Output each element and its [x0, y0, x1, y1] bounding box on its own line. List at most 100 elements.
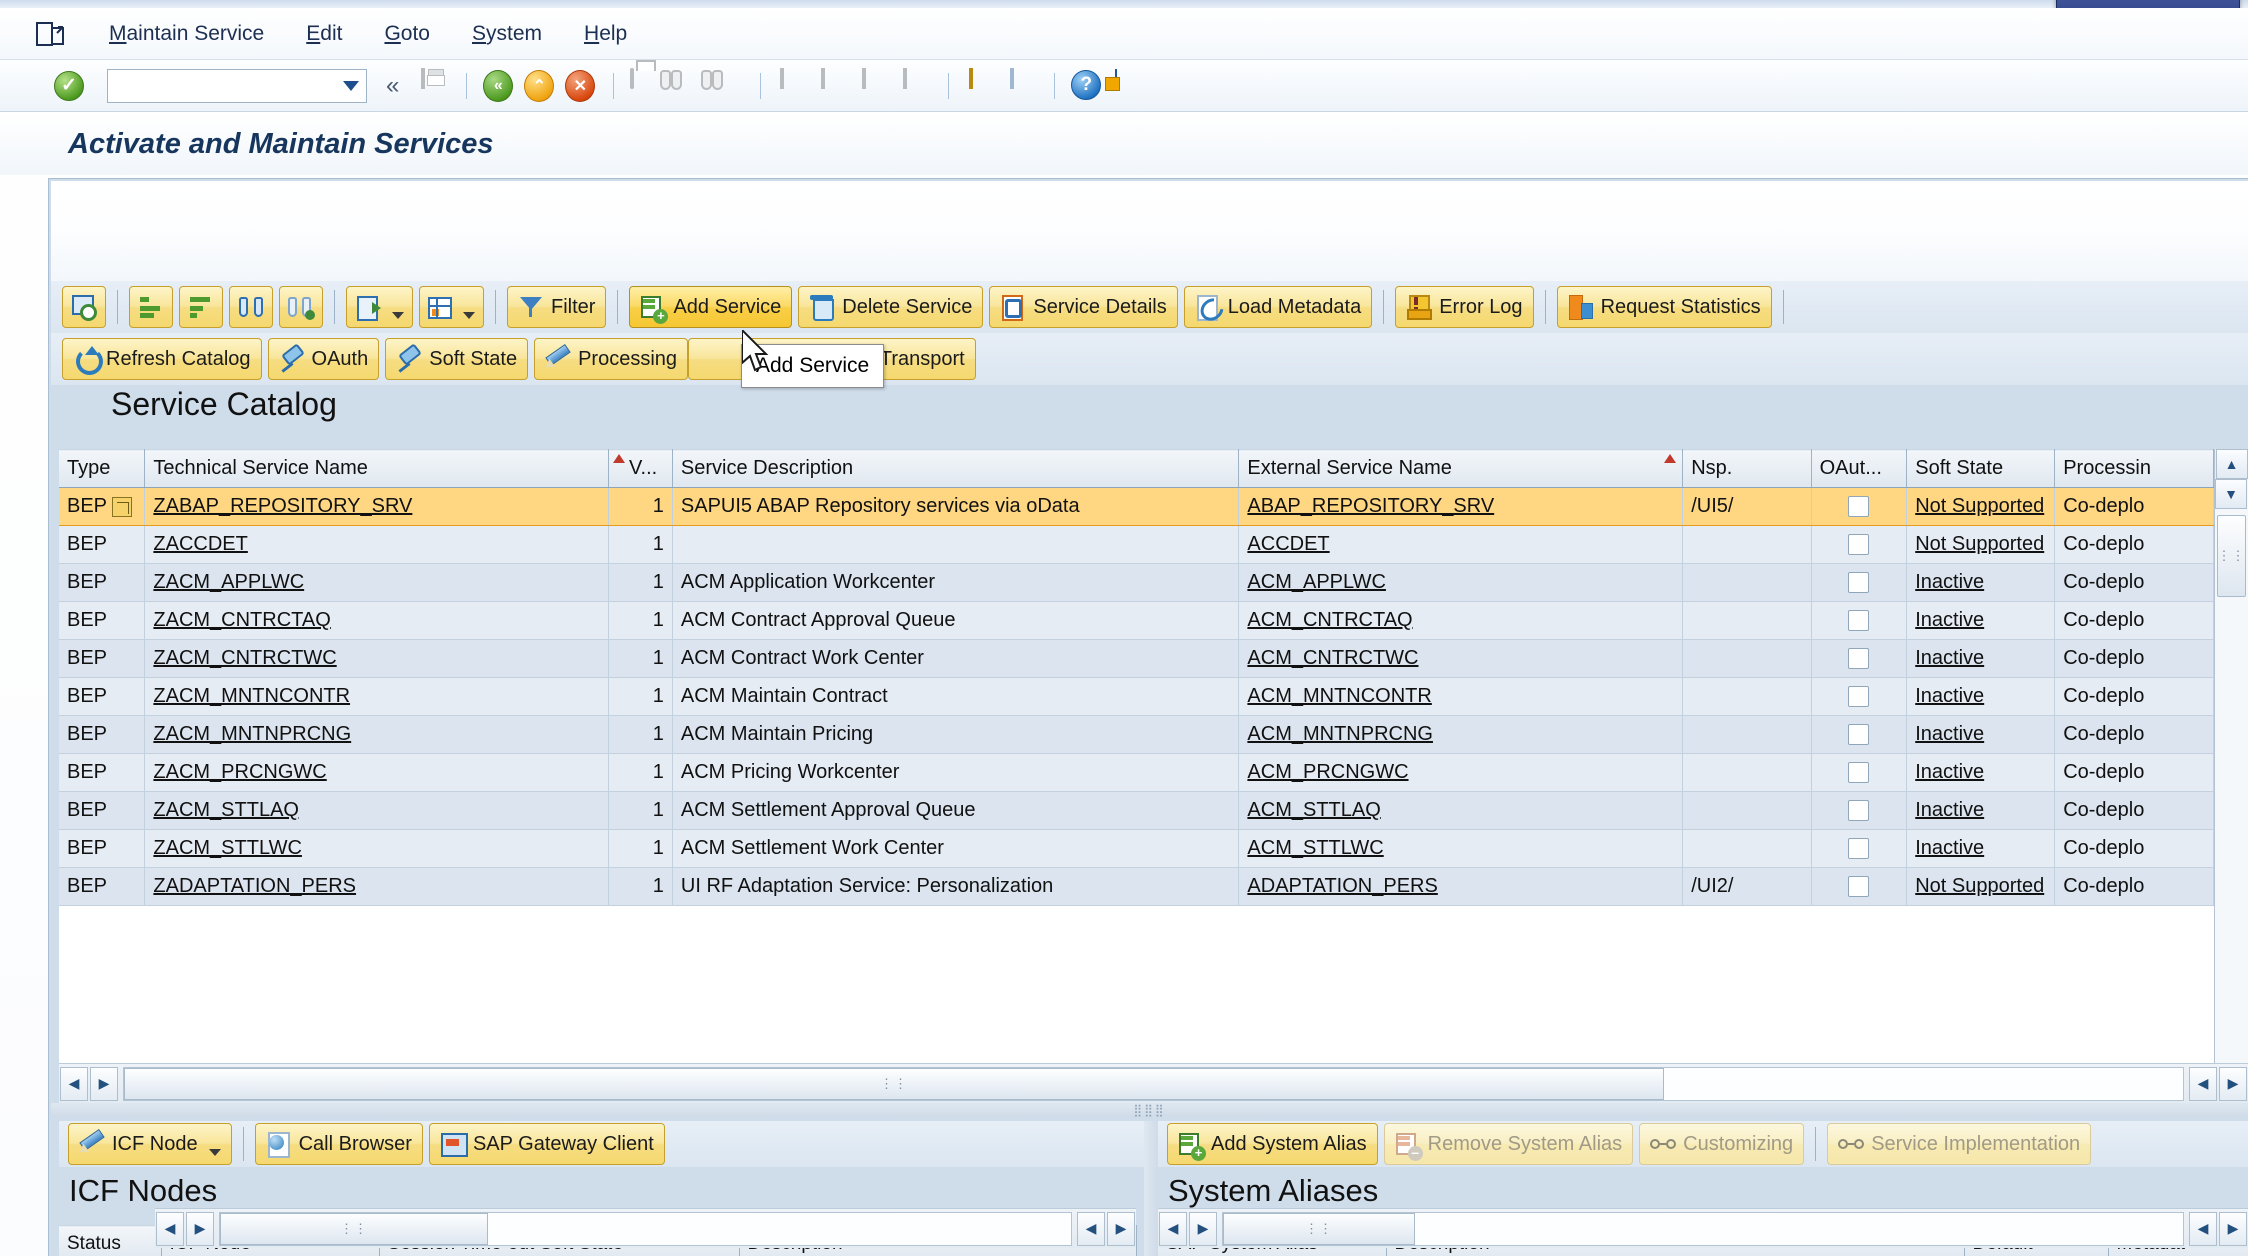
oauth-checkbox[interactable]: [1848, 648, 1870, 669]
oauth-checkbox[interactable]: [1848, 496, 1870, 517]
find-next-icon[interactable]: [701, 69, 744, 102]
layout-button[interactable]: [419, 286, 484, 328]
technical-service-link[interactable]: ZACM_PRCNGWC: [153, 761, 326, 783]
next-page-icon[interactable]: [859, 67, 891, 102]
scroll-up-button[interactable]: ▲: [2215, 449, 2248, 479]
save-icon[interactable]: [418, 67, 450, 102]
find-icon[interactable]: [660, 69, 703, 102]
horizontal-splitter[interactable]: ⣿⣿⣿: [51, 1103, 2248, 1117]
table-row[interactable]: BEP ZADAPTATION_PERS 1 UI RF Adaptation …: [59, 867, 2214, 906]
alias-hscroll-right-button[interactable]: ▶: [1189, 1211, 1217, 1246]
alias-hscroll-thumb[interactable]: ⋮⋮: [1223, 1212, 1415, 1245]
soft-state-link[interactable]: Inactive: [1915, 647, 1984, 669]
technical-service-link[interactable]: ZACM_STTLAQ: [153, 799, 299, 821]
delete-service-button[interactable]: Delete Service: [798, 286, 984, 328]
back-icon[interactable]: «: [483, 69, 515, 102]
alias-hscroll-left-button[interactable]: ◀: [1159, 1211, 1187, 1246]
col-icf-status[interactable]: Status: [59, 1225, 162, 1256]
table-row[interactable]: BEP ZACM_APPLWC 1 ACM Application Workce…: [59, 563, 2214, 602]
aliases-horizontal-scrollbar[interactable]: ◀ ▶ ⋮⋮ ◀ ▶: [1158, 1208, 2248, 1248]
icf-horizontal-scrollbar[interactable]: ◀ ▶ ⋮⋮ ◀ ▶: [155, 1208, 1136, 1248]
soft-state-link[interactable]: Not Supported: [1915, 533, 2044, 555]
table-row[interactable]: BEP ZACM_CNTRCTAQ 1 ACM Contract Approva…: [59, 601, 2214, 640]
technical-service-link[interactable]: ZACM_APPLWC: [153, 571, 304, 593]
last-page-icon[interactable]: [900, 67, 932, 102]
oauth-checkbox[interactable]: [1848, 762, 1870, 783]
technical-service-link[interactable]: ZACM_STTLWC: [153, 837, 302, 859]
chevron-down-icon[interactable]: [343, 80, 359, 91]
table-row[interactable]: BEP ZACM_STTLAQ 1 ACM Settlement Approva…: [59, 791, 2214, 830]
table-row[interactable]: BEP ZABAP_REPOSITORY_SRV 1 SAPUI5 ABAP R…: [59, 487, 2214, 526]
scroll-down-button[interactable]: ▼: [2215, 479, 2247, 509]
table-row[interactable]: BEP ZACCDET 1 ACCDET Not Supported Co-de…: [59, 525, 2214, 564]
icf-hscroll-track[interactable]: ⋮⋮: [219, 1211, 1072, 1246]
cancel-icon[interactable]: ✕: [565, 69, 597, 102]
technical-service-link[interactable]: ZADAPTATION_PERS: [153, 875, 356, 897]
table-row[interactable]: BEP ZACM_STTLWC 1 ACM Settlement Work Ce…: [59, 829, 2214, 868]
soft-state-link[interactable]: Inactive: [1915, 571, 1984, 593]
first-page-icon[interactable]: [777, 67, 809, 102]
service-details-button[interactable]: Service Details: [989, 286, 1178, 328]
processing-button[interactable]: Processing: [534, 338, 689, 380]
scroll-thumb[interactable]: ⋮⋮: [2217, 515, 2246, 597]
hscroll-thumb[interactable]: ⋮⋮: [124, 1067, 1664, 1100]
remove-system-alias-button[interactable]: Remove System Alias: [1383, 1123, 1634, 1165]
soft-state-link[interactable]: Inactive: [1915, 761, 1984, 783]
find-next-button[interactable]: [279, 286, 323, 328]
grid-vertical-scrollbar[interactable]: ▲ ▼ ⋮⋮: [2214, 449, 2248, 1063]
hscroll-right-button-2[interactable]: ▶: [2219, 1066, 2247, 1101]
alias-hscroll-right-button-2[interactable]: ▶: [2219, 1211, 2247, 1246]
oauth-checkbox[interactable]: [1848, 534, 1870, 555]
menu-maintain-service[interactable]: Maintain Service: [88, 18, 285, 50]
service-implementation-button[interactable]: Service Implementation: [1827, 1123, 2092, 1165]
help-icon[interactable]: ?: [1071, 69, 1103, 102]
soft-state-link[interactable]: Not Supported: [1915, 495, 2044, 517]
icf-hscroll-right-button-2[interactable]: ▶: [1107, 1211, 1135, 1246]
find-button[interactable]: [229, 286, 273, 328]
soft-state-link[interactable]: Inactive: [1915, 837, 1984, 859]
external-service-link[interactable]: ACM_APPLWC: [1247, 571, 1386, 593]
grid-horizontal-scrollbar[interactable]: ◀ ▶ ⋮⋮ ◀ ▶: [59, 1063, 2248, 1103]
print-icon[interactable]: [630, 67, 662, 102]
previous-page-icon[interactable]: [818, 67, 850, 102]
icf-hscroll-left-button[interactable]: ◀: [156, 1211, 184, 1246]
soft-state-link[interactable]: Inactive: [1915, 723, 1984, 745]
sort-ascending-button[interactable]: [129, 286, 173, 328]
col-external-service-name[interactable]: External Service Name: [1238, 449, 1684, 488]
oauth-checkbox[interactable]: [1848, 724, 1870, 745]
create-shortcut-icon[interactable]: [1006, 67, 1038, 102]
menu-system[interactable]: System: [451, 18, 563, 50]
customize-layout-icon[interactable]: [1112, 68, 1144, 102]
menu-help[interactable]: Help: [563, 18, 648, 50]
col-type[interactable]: Type: [59, 449, 146, 488]
add-system-alias-button[interactable]: Add System Alias: [1167, 1123, 1378, 1165]
refresh-catalog-button[interactable]: Refresh Catalog: [62, 338, 262, 380]
alias-hscroll-left-button-2[interactable]: ◀: [2189, 1211, 2217, 1246]
external-service-link[interactable]: ADAPTATION_PERS: [1247, 875, 1437, 897]
hscroll-track[interactable]: ⋮⋮: [123, 1066, 2184, 1101]
table-row[interactable]: BEP ZACM_PRCNGWC 1 ACM Pricing Workcente…: [59, 753, 2214, 792]
soft-state-link[interactable]: Not Supported: [1915, 875, 2044, 897]
oauth-checkbox[interactable]: [1848, 572, 1870, 593]
chevron-down-icon[interactable]: [208, 1149, 221, 1156]
external-service-link[interactable]: ACM_PRCNGWC: [1247, 761, 1408, 783]
menu-goto[interactable]: Goto: [363, 18, 451, 50]
oauth-checkbox[interactable]: [1848, 800, 1870, 821]
create-session-icon[interactable]: [965, 67, 997, 102]
external-service-link[interactable]: ACM_STTLWC: [1247, 837, 1383, 859]
exit-icon[interactable]: [36, 20, 66, 48]
table-row[interactable]: BEP ZACM_MNTNPRCNG 1 ACM Maintain Pricin…: [59, 715, 2214, 754]
technical-service-link[interactable]: ZACCDET: [153, 533, 247, 555]
chevron-down-icon[interactable]: [392, 312, 404, 319]
export-button[interactable]: [346, 286, 413, 328]
scroll-track[interactable]: ▼ ⋮⋮: [2215, 479, 2248, 1063]
load-metadata-button[interactable]: Load Metadata: [1183, 286, 1373, 328]
vertical-splitter[interactable]: [1144, 1121, 1158, 1256]
icf-hscroll-thumb[interactable]: ⋮⋮: [220, 1212, 488, 1245]
sort-descending-button[interactable]: [179, 286, 223, 328]
soft-state-button[interactable]: Soft State: [385, 338, 529, 380]
col-oauth[interactable]: OAut...: [1811, 449, 1908, 488]
external-service-link[interactable]: ACM_CNTRCTWC: [1247, 647, 1418, 669]
external-service-link[interactable]: ACCDET: [1247, 533, 1329, 555]
soft-state-link[interactable]: Inactive: [1915, 609, 1984, 631]
